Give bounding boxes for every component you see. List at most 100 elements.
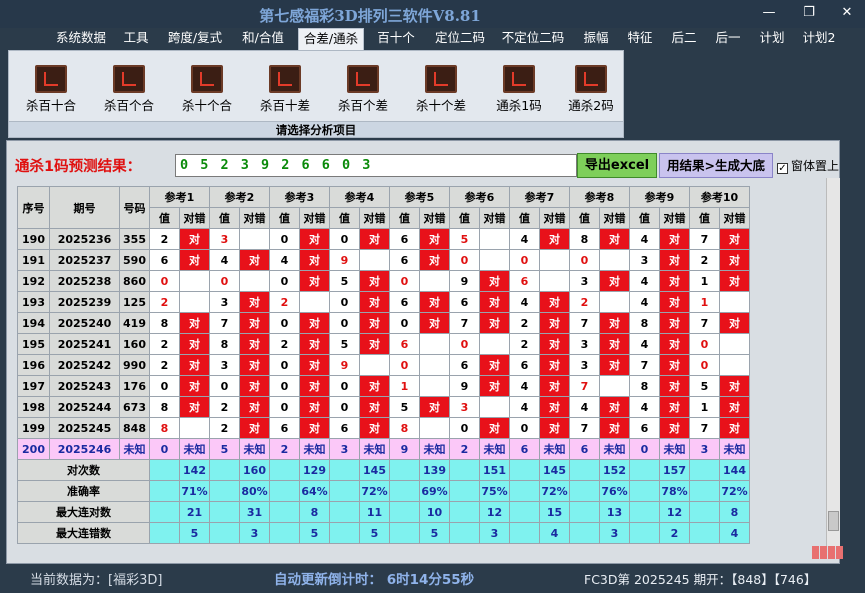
minimize-icon[interactable]: — — [758, 4, 780, 22]
ref-value: 9 — [449, 375, 480, 397]
stats-value: 3 — [479, 522, 510, 544]
hit-mark: 对 — [179, 228, 210, 250]
menu-amplitude[interactable]: 振幅 — [578, 28, 614, 50]
kill-shi-ge-cha-button[interactable]: 杀十个差 — [405, 65, 477, 123]
stats-label: 最大连对数 — [17, 501, 150, 523]
restore-icon[interactable]: ❐ — [798, 4, 820, 22]
hit-mark: 对 — [539, 291, 570, 313]
pending-check: 未知 — [419, 438, 450, 460]
menu-position-two[interactable]: 定位二码 — [430, 28, 490, 50]
menu-plan[interactable]: 计划 — [754, 28, 790, 50]
ref-value: 2 — [509, 333, 540, 355]
menu-bai-shi-ge[interactable]: 百十个 — [372, 28, 420, 50]
kill-bai-shi-he-button[interactable]: 杀百十合 — [15, 65, 87, 123]
vertical-scrollbar[interactable] — [826, 178, 840, 546]
generate-button[interactable]: 用结果>生成大底 — [659, 153, 773, 178]
hit-mark: 对 — [539, 228, 570, 250]
sub-header-check: 对错 — [239, 207, 270, 229]
ref-value: 2 — [209, 396, 240, 418]
ref-value: 6 — [449, 354, 480, 376]
col-header-code: 号码 — [119, 186, 150, 229]
ref-value: 8 — [569, 228, 600, 250]
menu-tools[interactable]: 工具 — [118, 28, 154, 50]
kill-bai-shi-cha-button[interactable]: 杀百十差 — [249, 65, 321, 123]
ref-value: 0 — [269, 396, 300, 418]
ref-value: 0 — [569, 249, 600, 271]
hit-mark: 对 — [239, 333, 270, 355]
ref-value: 1 — [689, 396, 720, 418]
kill-bai-ge-he-button[interactable]: 杀百个合 — [93, 65, 165, 123]
stats-gap — [209, 480, 240, 502]
miss-mark — [239, 270, 270, 292]
row-issue: 2025236 — [49, 228, 120, 250]
ref-value: 8 — [149, 312, 180, 334]
row-code: 未知 — [119, 438, 150, 460]
row-code: 860 — [119, 270, 150, 292]
kill-one-code-button[interactable]: 通杀1码 — [483, 65, 555, 123]
stats-gap — [449, 459, 480, 481]
row-issue: 2025242 — [49, 354, 120, 376]
stats-gap — [569, 459, 600, 481]
menu-non-position-two[interactable]: 不定位二码 — [498, 28, 568, 50]
row-issue: 2025243 — [49, 375, 120, 397]
kill-two-code-button[interactable]: 通杀2码 — [555, 65, 627, 123]
stats-value: 8 — [719, 501, 750, 523]
chart-icon — [347, 65, 379, 93]
menu-feature[interactable]: 特征 — [622, 28, 658, 50]
menu-last-two[interactable]: 后二 — [666, 28, 702, 50]
miss-mark — [419, 333, 450, 355]
ref-value: 5 — [449, 228, 480, 250]
ref-value: 0 — [389, 270, 420, 292]
table-row: 192 2025238 860 0 0 0 对 5 对 0 9 对 6 3 对 4 对 1 对 — [17, 270, 750, 292]
miss-mark — [599, 291, 630, 313]
row-issue: 2025240 — [49, 312, 120, 334]
hit-mark: 对 — [659, 396, 690, 418]
hit-mark: 对 — [179, 249, 210, 271]
ref-value: 7 — [629, 354, 660, 376]
data-source-text: 当前数据为：[福彩3D] — [30, 573, 163, 588]
menu-plan2[interactable]: 计划2 — [798, 28, 840, 50]
ref-value: 0 — [329, 312, 360, 334]
scroll-thumb[interactable] — [828, 511, 839, 531]
progress-blocks — [812, 546, 846, 560]
ref-value: 0 — [389, 312, 420, 334]
kill-shi-ge-he-button[interactable]: 杀十个合 — [171, 65, 243, 123]
stats-value: 5 — [419, 522, 450, 544]
menu-system-data[interactable]: 系统数据 — [51, 28, 111, 50]
export-excel-button[interactable]: 导出excel — [577, 153, 657, 178]
app-title: 第七感福彩3D排列三软件V8.81 — [259, 7, 481, 25]
ref-value: 9 — [449, 270, 480, 292]
stats-label: 准确率 — [17, 480, 150, 502]
row-seq: 190 — [17, 228, 50, 250]
stay-on-top-checkbox[interactable]: ✓ 窗体置上 — [777, 157, 839, 174]
stats-gap — [329, 480, 360, 502]
sub-header-value: 值 — [149, 207, 180, 229]
hit-mark: 对 — [299, 354, 330, 376]
stats-value: 145 — [359, 459, 390, 481]
stats-gap — [629, 459, 660, 481]
stats-value: 21 — [179, 501, 210, 523]
hit-mark: 对 — [299, 333, 330, 355]
close-icon[interactable]: ✕ — [836, 4, 858, 22]
table-row: 191 2025237 590 6 对 4 对 4 对 9 6 对 0 0 0 3 对 2 对 — [17, 249, 750, 271]
menu-sum-diff[interactable]: 合差/通杀 — [298, 28, 364, 50]
miss-mark — [719, 291, 750, 313]
kill-bai-ge-cha-button[interactable]: 杀百个差 — [327, 65, 399, 123]
hit-mark: 对 — [599, 270, 630, 292]
hit-mark: 对 — [719, 249, 750, 271]
sub-header-value: 值 — [389, 207, 420, 229]
row-code: 176 — [119, 375, 150, 397]
hit-mark: 对 — [239, 291, 270, 313]
menu-span[interactable]: 跨度/复式 — [162, 28, 228, 50]
ref-value: 4 — [629, 333, 660, 355]
ref-value: 4 — [629, 291, 660, 313]
menu-sum[interactable]: 和/合值 — [236, 28, 290, 50]
prediction-value-field[interactable]: 0 5 2 3 9 2 6 6 0 3 — [175, 154, 577, 177]
ref-value: 3 — [569, 354, 600, 376]
ref-value: 6 — [149, 249, 180, 271]
menu-last-one[interactable]: 后一 — [710, 28, 746, 50]
ref-value: 9 — [329, 354, 360, 376]
sub-header-value: 值 — [269, 207, 300, 229]
stats-value: 144 — [719, 459, 750, 481]
ref-value: 3 — [449, 396, 480, 418]
